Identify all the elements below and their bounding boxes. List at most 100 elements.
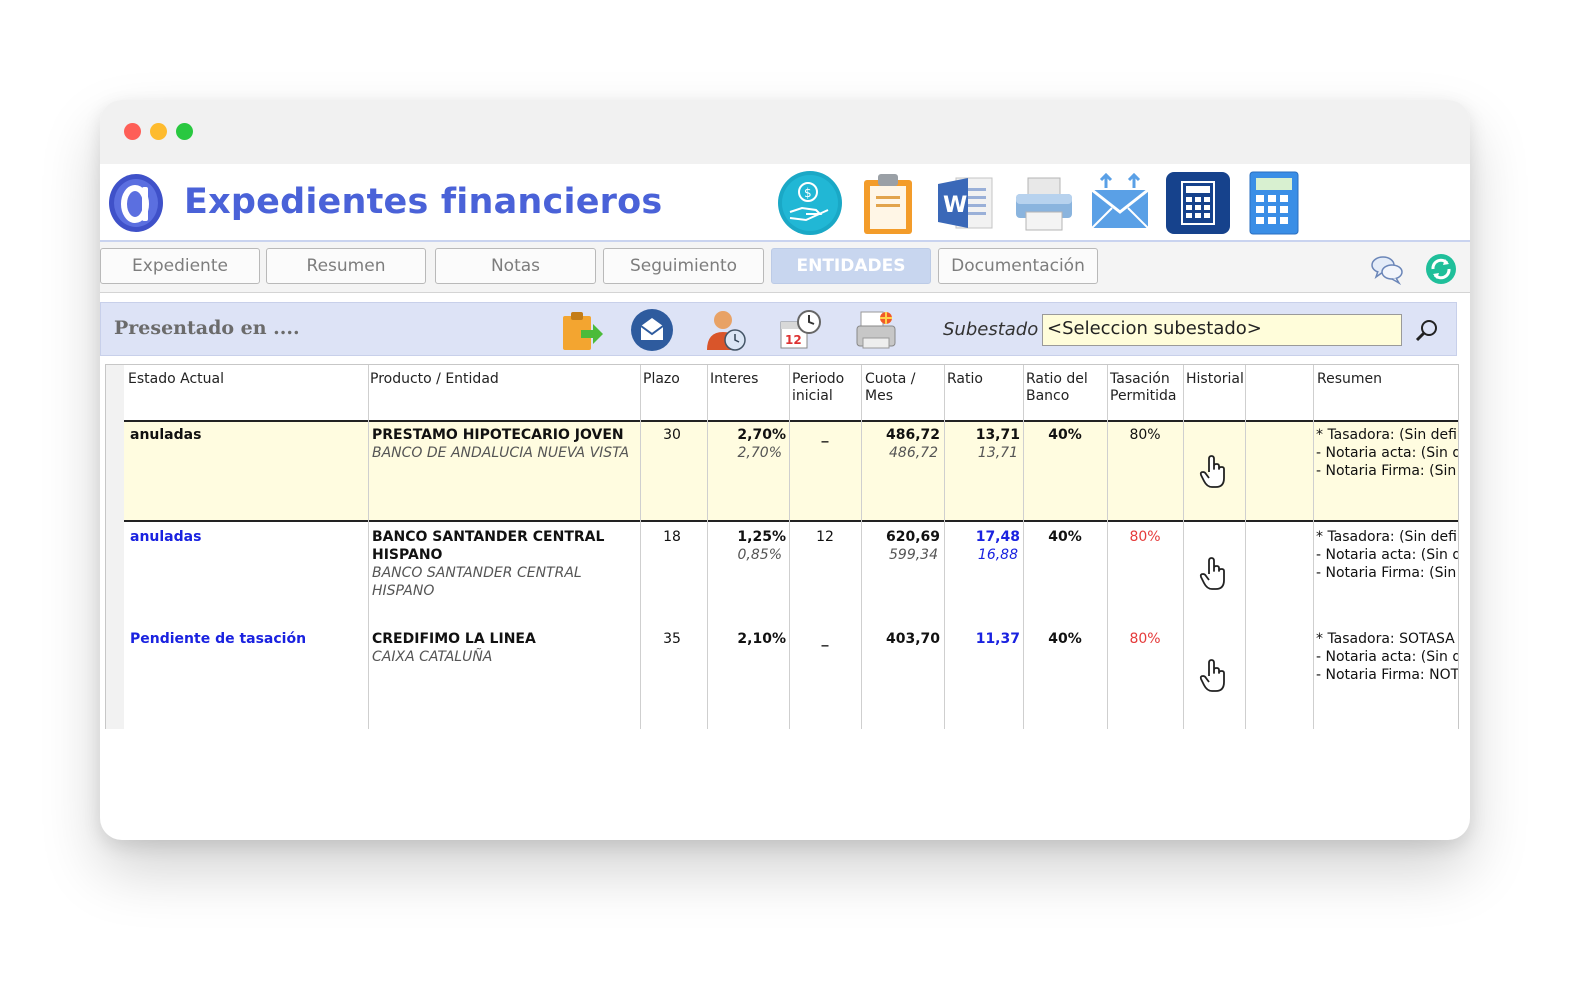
clipboard-icon[interactable] (854, 170, 922, 236)
row-periodo: 12 (816, 529, 834, 545)
col-interes[interactable]: Interes (710, 371, 758, 388)
hand-pointer-icon[interactable] (1198, 658, 1230, 694)
email-icon[interactable] (1086, 170, 1154, 236)
row-periodo: _ (821, 631, 829, 647)
table-row[interactable]: anuladas BANCO SANTANDER CENTRAL HISPANO… (124, 522, 1458, 624)
row-gutter (106, 365, 124, 729)
tab-resumen[interactable]: Resumen (266, 248, 426, 284)
row-tasacion: 80% (1129, 631, 1161, 647)
close-window-button[interactable] (124, 123, 141, 140)
panel-title: Presentado en .... (114, 317, 300, 339)
row-ratio-banco: 40% (1048, 631, 1082, 647)
window-titlebar (100, 100, 1470, 164)
row-periodo: _ (821, 427, 829, 443)
col-ratio-banco[interactable]: Ratio del Banco (1026, 371, 1088, 405)
maximize-window-button[interactable] (176, 123, 193, 140)
svg-text:$: $ (804, 186, 812, 200)
calculator-dark-icon[interactable] (1164, 170, 1232, 236)
chat-bubbles-icon[interactable] (1370, 253, 1404, 285)
table-row[interactable]: Pendiente de tasación CREDIFIMO LA LINEA… (124, 624, 1458, 729)
column-divider (1313, 365, 1314, 729)
col-tasacion-line1: Tasación (1110, 371, 1170, 387)
tab-documentacion[interactable]: Documentación (938, 248, 1098, 284)
minimize-window-button[interactable] (150, 123, 167, 140)
col-cuota[interactable]: Cuota / Mes (865, 371, 915, 405)
refresh-icon[interactable] (1424, 253, 1458, 285)
row-producto-line1: BANCO SANTANDER CENTRAL (372, 529, 605, 545)
row-plazo: 35 (663, 631, 681, 647)
row-cuota: 486,72 (885, 427, 940, 443)
row-resumen: * Tasadora: (Sin defi - Notaria acta: (S… (1316, 529, 1458, 581)
app-title: Expedientes financieros (184, 182, 663, 222)
row-cuota-sub: 599,34 (889, 547, 938, 563)
tab-notas[interactable]: Notas (435, 248, 596, 284)
mail-circle-icon[interactable] (629, 308, 675, 352)
presentado-panel: Presentado en .... 12 Subestado <Selecci… (100, 302, 1457, 356)
col-producto[interactable]: Producto / Entidad (370, 371, 499, 388)
app-logo-icon (109, 174, 163, 232)
row-ratio: 11,37 (975, 631, 1020, 647)
col-estado[interactable]: Estado Actual (128, 371, 224, 388)
hand-pointer-icon[interactable] (1198, 556, 1230, 592)
calculator-blue-icon[interactable] (1242, 170, 1310, 236)
calendar-clock-icon[interactable]: 12 (777, 308, 823, 352)
grid-header: Estado Actual Producto / Entidad Plazo I… (124, 365, 1458, 422)
tab-bar: Expediente Resumen Notas Seguimiento ENT… (100, 242, 1470, 293)
row-entidad: BANCO DE ANDALUCIA NUEVA VISTA (372, 445, 630, 461)
row-producto: CREDIFIMO LA LINEA (372, 631, 536, 647)
row-tasacion: 80% (1129, 427, 1161, 443)
row-ratio-banco: 40% (1048, 529, 1082, 545)
row-cuota: 620,69 (885, 529, 940, 545)
user-clock-icon[interactable] (703, 308, 749, 352)
search-icon[interactable] (1415, 319, 1439, 343)
row-cuota: 403,70 (885, 631, 940, 647)
col-cuota-line2: Mes (865, 388, 893, 404)
row-producto: PRESTAMO HIPOTECARIO JOVEN (372, 427, 624, 443)
col-ratio-banco-line2: Banco (1026, 388, 1070, 404)
word-document-icon[interactable]: W (932, 170, 1000, 236)
col-ratio-banco-line1: Ratio del (1026, 371, 1088, 387)
subestado-label: Subestado (943, 319, 1039, 340)
clipboard-arrow-icon[interactable] (559, 308, 605, 352)
printer-icon[interactable] (1010, 170, 1078, 236)
col-resumen[interactable]: Resumen (1317, 371, 1382, 388)
col-tasacion[interactable]: Tasación Permitida (1110, 371, 1176, 405)
svg-text:12: 12 (785, 333, 802, 347)
row-plazo: 18 (663, 529, 681, 545)
col-periodo[interactable]: Periodo inicial (792, 371, 844, 405)
row-entidad: CAIXA CATALUÑA (372, 649, 493, 665)
column-divider (1107, 365, 1108, 729)
row-entidad-line2: HISPANO (372, 583, 435, 599)
column-divider (1183, 365, 1184, 729)
row-ratio: 13,71 (975, 427, 1020, 443)
subestado-select[interactable]: <Seleccion subestado> (1042, 314, 1402, 346)
col-historial[interactable]: Historial (1186, 371, 1244, 388)
col-ratio[interactable]: Ratio (947, 371, 983, 388)
tab-entidades[interactable]: ENTIDADES (771, 248, 931, 284)
table-row[interactable]: anuladas PRESTAMO HIPOTECARIO JOVEN BANC… (124, 422, 1458, 522)
row-ratio: 17,48 (975, 529, 1020, 545)
col-plazo[interactable]: Plazo (643, 371, 680, 388)
money-hand-icon[interactable]: $ (776, 170, 844, 236)
row-interes: 1,25% (737, 529, 786, 545)
row-interes-sub: 2,70% (737, 445, 782, 461)
row-ratio-banco: 40% (1048, 427, 1082, 443)
col-periodo-line1: Periodo (792, 371, 845, 387)
column-divider (789, 365, 790, 729)
row-interes: 2,70% (737, 427, 786, 443)
column-divider (861, 365, 862, 729)
row-entidad-line1: BANCO SANTANDER CENTRAL (372, 565, 582, 581)
row-plazo: 30 (663, 427, 681, 443)
svg-text:W: W (943, 193, 967, 218)
row-estado: Pendiente de tasación (130, 631, 307, 647)
column-divider (640, 365, 641, 729)
tab-expediente[interactable]: Expediente (100, 248, 260, 284)
row-resumen: * Tasadora: SOTASA - Notaria acta: (Sin … (1316, 631, 1458, 683)
app-header: Expedientes financieros $ W (100, 164, 1470, 242)
hand-pointer-icon[interactable] (1198, 454, 1230, 490)
tab-seguimiento[interactable]: Seguimiento (603, 248, 764, 284)
fax-printer-icon[interactable] (853, 308, 899, 352)
row-producto-line2: HISPANO (372, 547, 443, 563)
column-divider (1245, 365, 1246, 729)
row-interes-sub: 0,85% (737, 547, 782, 563)
